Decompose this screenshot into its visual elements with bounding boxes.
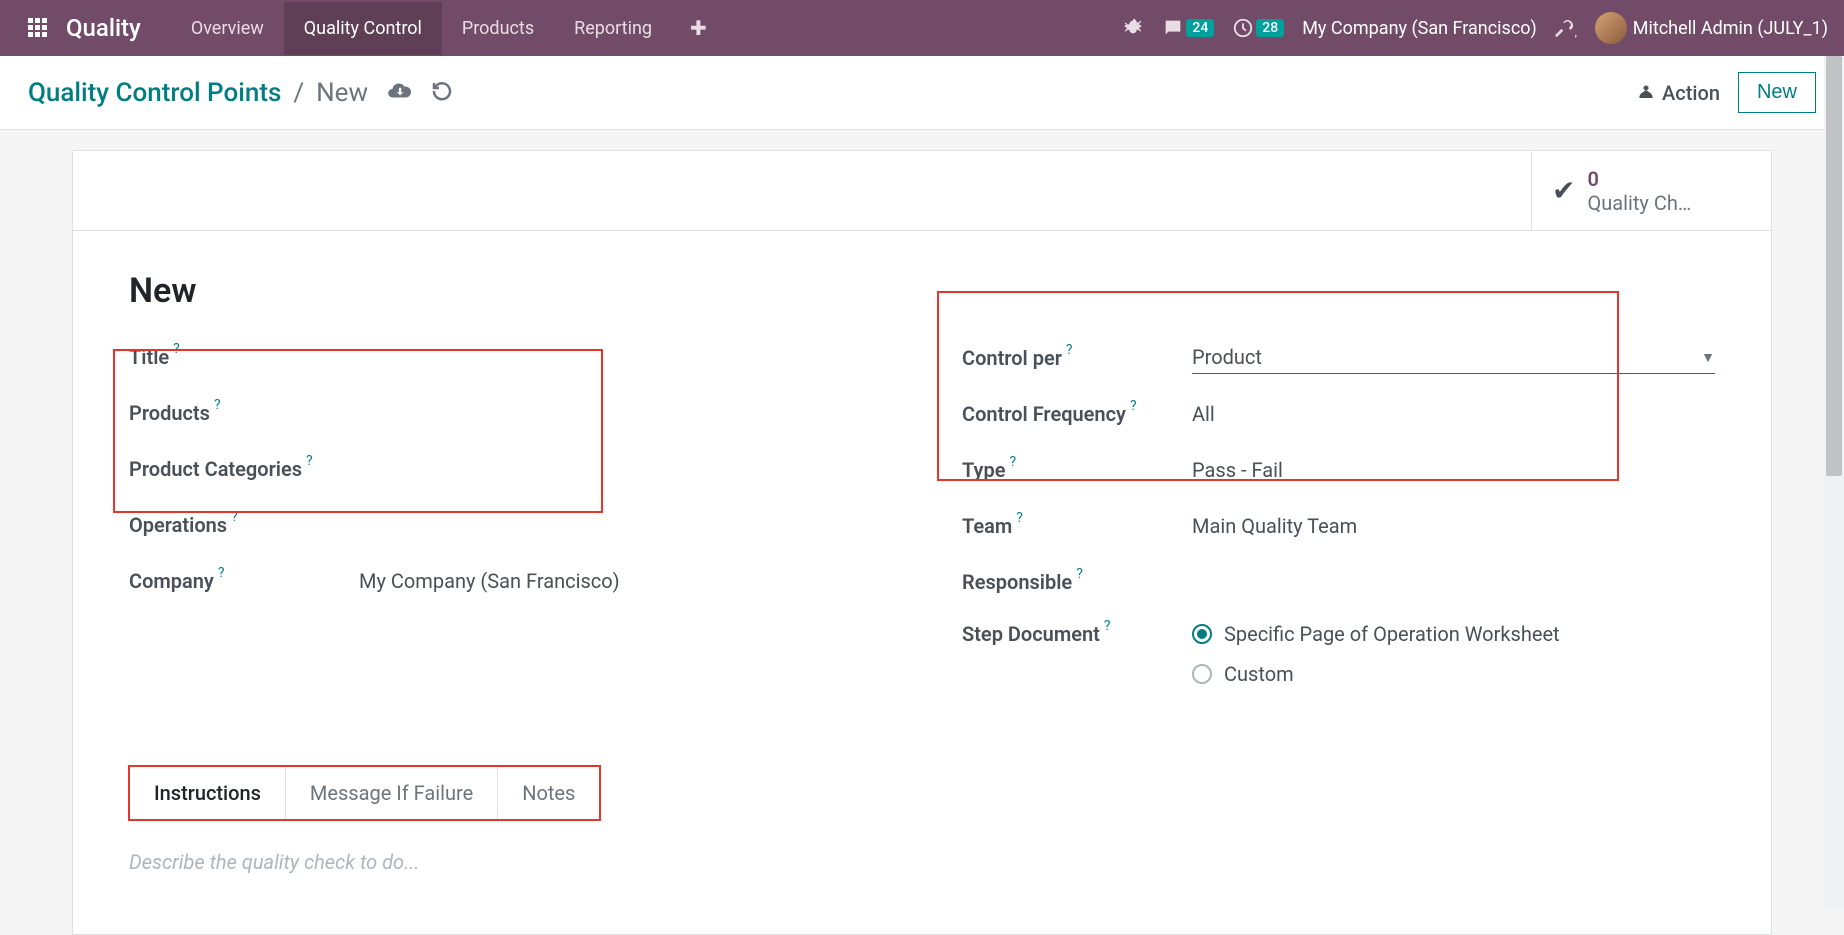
stat-label: Quality Ch… — [1587, 191, 1691, 215]
control-panel: Quality Control Points / New Action New — [0, 56, 1844, 130]
tab-content-instructions[interactable]: Describe the quality check to do... — [129, 820, 1715, 904]
label-responsible: Responsible? — [962, 570, 1192, 594]
user-menu[interactable]: Mitchell Admin (JULY_1) — [1595, 12, 1828, 44]
new-button[interactable]: New — [1738, 72, 1816, 113]
help-icon[interactable]: ? — [231, 509, 238, 525]
nav-quality-control[interactable]: Quality Control — [284, 2, 442, 55]
help-icon[interactable]: ? — [1066, 342, 1073, 358]
help-icon[interactable]: ? — [306, 453, 313, 469]
help-icon[interactable]: ? — [173, 341, 180, 357]
help-icon[interactable]: ? — [214, 397, 221, 413]
nav-overview[interactable]: Overview — [171, 2, 284, 55]
label-title: Title? — [129, 345, 359, 369]
discard-icon[interactable] — [430, 79, 454, 107]
app-brand[interactable]: Quality — [66, 14, 141, 42]
tools-icon[interactable] — [1555, 17, 1577, 39]
label-company: Company? — [129, 569, 359, 593]
label-team: Team? — [962, 514, 1192, 538]
help-icon[interactable]: ? — [1076, 566, 1083, 582]
notebook-tabs: Instructions Message If Failure Notes — [129, 766, 600, 820]
label-step-document: Step Document? — [962, 622, 1192, 646]
label-product-categories: Product Categories? — [129, 457, 359, 481]
chevron-down-icon: ▼ — [1701, 349, 1715, 366]
breadcrumb-separator: / — [293, 78, 304, 108]
action-label: Action — [1662, 81, 1720, 105]
help-icon[interactable]: ? — [218, 565, 225, 581]
stat-count: 0 — [1587, 167, 1691, 191]
stat-quality-checks[interactable]: ✔ 0 Quality Ch… — [1531, 151, 1771, 230]
check-icon: ✔ — [1552, 174, 1575, 207]
apps-icon[interactable] — [24, 14, 52, 42]
help-icon[interactable]: ? — [1104, 618, 1111, 634]
help-icon[interactable]: ? — [1016, 510, 1023, 526]
tab-message-if-failure[interactable]: Message If Failure — [286, 767, 498, 819]
label-control-per: Control per? — [962, 346, 1192, 370]
breadcrumb-root[interactable]: Quality Control Points — [28, 78, 281, 108]
tab-notes[interactable]: Notes — [498, 767, 599, 819]
avatar — [1595, 12, 1627, 44]
scrollbar-thumb[interactable] — [1826, 56, 1842, 476]
messages-badge: 24 — [1186, 19, 1214, 37]
help-icon[interactable]: ? — [1130, 398, 1137, 414]
page-title: New — [129, 271, 1715, 311]
action-dropdown[interactable]: Action — [1636, 81, 1720, 105]
select-control-per[interactable]: Product ▼ — [1192, 341, 1715, 374]
nav-products[interactable]: Products — [442, 2, 554, 55]
activities-badge: 28 — [1256, 19, 1284, 37]
radio-icon — [1192, 624, 1212, 644]
debug-icon[interactable] — [1122, 17, 1144, 39]
radio-specific-page[interactable]: Specific Page of Operation Worksheet — [1192, 622, 1715, 646]
breadcrumb: Quality Control Points / New — [28, 78, 368, 108]
nav-new-tab-icon[interactable]: ✚ — [672, 16, 725, 40]
radio-custom[interactable]: Custom — [1192, 662, 1715, 686]
label-products: Products? — [129, 401, 359, 425]
input-company[interactable]: My Company (San Francisco) — [359, 569, 882, 593]
user-name: Mitchell Admin (JULY_1) — [1633, 18, 1828, 39]
label-control-frequency: Control Frequency? — [962, 402, 1192, 426]
form-left-column: Title? Products? Product Categories? Ope… — [129, 341, 882, 726]
form-right-column: Control per? Product ▼ Control Frequency… — [962, 341, 1715, 726]
input-team[interactable]: Main Quality Team — [1192, 514, 1715, 538]
label-operations: Operations? — [129, 513, 359, 537]
nav-reporting[interactable]: Reporting — [554, 2, 672, 55]
activities-icon[interactable]: 28 — [1232, 17, 1284, 39]
cloud-save-icon[interactable] — [386, 78, 412, 108]
instructions-placeholder: Describe the quality check to do... — [129, 850, 419, 874]
input-type[interactable]: Pass - Fail — [1192, 458, 1715, 482]
help-icon[interactable]: ? — [1009, 454, 1016, 470]
breadcrumb-current: New — [316, 78, 368, 108]
company-selector[interactable]: My Company (San Francisco) — [1302, 18, 1537, 39]
input-control-frequency[interactable]: All — [1192, 402, 1715, 426]
tab-instructions[interactable]: Instructions — [130, 767, 286, 819]
label-type: Type? — [962, 458, 1192, 482]
messages-icon[interactable]: 24 — [1162, 17, 1214, 39]
radio-icon — [1192, 664, 1212, 684]
top-navbar: Quality Overview Quality Control Product… — [0, 0, 1844, 56]
form-sheet: ✔ 0 Quality Ch… New Title? Products? — [72, 150, 1772, 935]
